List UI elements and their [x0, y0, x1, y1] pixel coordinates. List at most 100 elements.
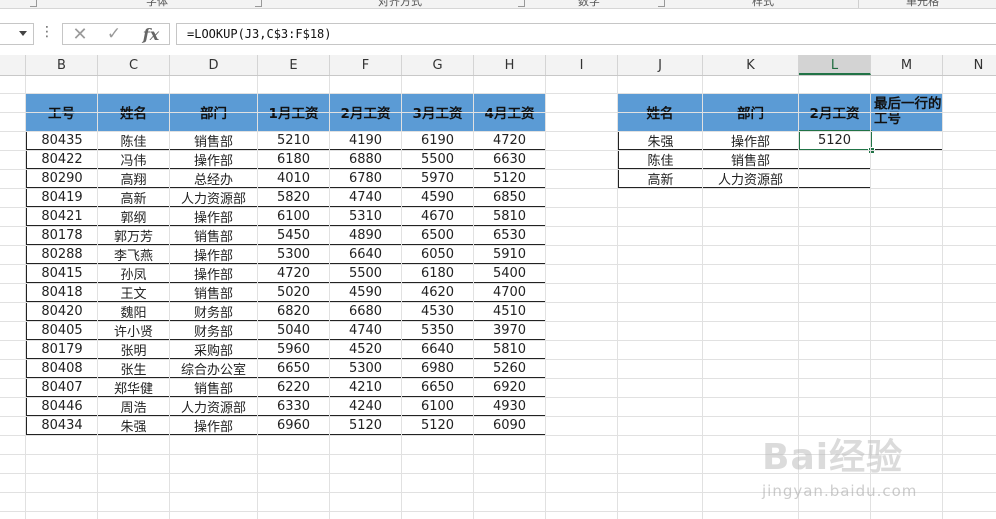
main-table-cell[interactable]: 6850 [474, 188, 546, 207]
main-table-cell[interactable]: 5500 [330, 264, 402, 283]
main-table-cell[interactable]: 5300 [258, 245, 330, 264]
main-table-cell[interactable]: 4740 [330, 188, 402, 207]
main-table-cell[interactable]: 6980 [402, 359, 474, 378]
more-options-icon[interactable]: ⋮ [40, 24, 54, 40]
main-table-cell[interactable]: 4240 [330, 397, 402, 416]
main-table-cell[interactable]: 4590 [402, 188, 474, 207]
main-table-cell[interactable]: 魏阳 [98, 302, 170, 321]
main-table-cell[interactable]: 采购部 [170, 340, 258, 359]
main-table-cell[interactable]: 4670 [402, 207, 474, 226]
main-table-cell[interactable]: 80420 [26, 302, 98, 321]
main-table-cell[interactable]: 6630 [474, 150, 546, 169]
enter-check-icon[interactable]: ✓ [103, 24, 125, 44]
main-table-cell[interactable]: 6640 [402, 340, 474, 359]
main-table-cell[interactable]: 80288 [26, 245, 98, 264]
main-table-cell[interactable]: 陈佳 [98, 131, 170, 150]
column-header-f[interactable]: F [330, 55, 402, 75]
main-table-cell[interactable]: 王文 [98, 283, 170, 302]
main-table-cell[interactable]: 80446 [26, 397, 98, 416]
column-header-k[interactable]: K [703, 55, 799, 75]
main-table-cell[interactable]: 6880 [330, 150, 402, 169]
main-table-cell[interactable]: 6100 [258, 207, 330, 226]
lookup-table-cell[interactable]: 操作部 [703, 131, 799, 150]
main-table-cell[interactable]: 6780 [330, 169, 402, 188]
column-header-e[interactable]: E [258, 55, 330, 75]
main-table-cell[interactable]: 4720 [474, 131, 546, 150]
lookup-table-cell[interactable] [871, 150, 943, 169]
main-table-cell[interactable]: 人力资源部 [170, 397, 258, 416]
main-table-cell[interactable]: 4720 [258, 264, 330, 283]
font-dialog-launcher-icon[interactable] [30, 0, 37, 7]
column-header-m[interactable]: M [871, 55, 943, 75]
main-table-cell[interactable]: 6180 [402, 264, 474, 283]
main-table-cell[interactable]: 80422 [26, 150, 98, 169]
column-header-l[interactable]: L [799, 55, 871, 75]
main-table-cell[interactable]: 6650 [402, 378, 474, 397]
main-table-cell[interactable]: 冯伟 [98, 150, 170, 169]
main-table-cell[interactable]: 80179 [26, 340, 98, 359]
main-table-cell[interactable]: 3970 [474, 321, 546, 340]
main-table-cell[interactable]: 6640 [330, 245, 402, 264]
main-table-cell[interactable]: 5810 [474, 207, 546, 226]
main-table-cell[interactable]: 80178 [26, 226, 98, 245]
main-table-cell[interactable]: 郭万芳 [98, 226, 170, 245]
main-table-cell[interactable]: 6820 [258, 302, 330, 321]
main-table-cell[interactable]: 5910 [474, 245, 546, 264]
main-table-cell[interactable]: 5970 [402, 169, 474, 188]
column-header-d[interactable]: D [170, 55, 258, 75]
main-table-cell[interactable]: 80405 [26, 321, 98, 340]
main-table-cell[interactable]: 4740 [330, 321, 402, 340]
column-header-h[interactable]: H [474, 55, 546, 75]
main-table-cell[interactable]: 80290 [26, 169, 98, 188]
cancel-icon[interactable]: ✕ [69, 24, 91, 45]
main-table-cell[interactable]: 5120 [402, 416, 474, 435]
main-table-cell[interactable]: 5400 [474, 264, 546, 283]
lookup-table-cell[interactable]: 高新 [618, 169, 703, 188]
lookup-table-cell[interactable]: 陈佳 [618, 150, 703, 169]
main-table-cell[interactable]: 销售部 [170, 131, 258, 150]
main-table-cell[interactable]: 5820 [258, 188, 330, 207]
column-header-c[interactable]: C [98, 55, 170, 75]
main-table-cell[interactable]: 销售部 [170, 226, 258, 245]
main-table-cell[interactable]: 6190 [402, 131, 474, 150]
main-table-cell[interactable]: 5350 [402, 321, 474, 340]
column-header-g[interactable]: G [402, 55, 474, 75]
main-table-cell[interactable]: 80418 [26, 283, 98, 302]
main-table-cell[interactable]: 高翔 [98, 169, 170, 188]
main-table-cell[interactable]: 4510 [474, 302, 546, 321]
main-table-cell[interactable]: 4930 [474, 397, 546, 416]
main-table-cell[interactable]: 财务部 [170, 302, 258, 321]
main-table-cell[interactable]: 4530 [402, 302, 474, 321]
main-table-cell[interactable]: 6220 [258, 378, 330, 397]
main-table-cell[interactable]: 5120 [330, 416, 402, 435]
main-table-cell[interactable]: 操作部 [170, 245, 258, 264]
main-table-cell[interactable]: 6050 [402, 245, 474, 264]
column-header-b[interactable]: B [26, 55, 98, 75]
main-table-cell[interactable]: 80421 [26, 207, 98, 226]
main-table-cell[interactable]: 4190 [330, 131, 402, 150]
main-table-cell[interactable]: 郭纲 [98, 207, 170, 226]
main-table-cell[interactable]: 操作部 [170, 416, 258, 435]
main-table-cell[interactable]: 5040 [258, 321, 330, 340]
main-table-cell[interactable]: 5500 [402, 150, 474, 169]
main-table-cell[interactable]: 6500 [402, 226, 474, 245]
main-table-cell[interactable]: 6680 [330, 302, 402, 321]
main-table-cell[interactable]: 许小贤 [98, 321, 170, 340]
main-table-cell[interactable]: 郑华健 [98, 378, 170, 397]
main-table-cell[interactable]: 销售部 [170, 378, 258, 397]
main-table-cell[interactable]: 4010 [258, 169, 330, 188]
lookup-table-cell[interactable]: 5120 [799, 131, 871, 150]
main-table-cell[interactable]: 张明 [98, 340, 170, 359]
main-table-cell[interactable]: 财务部 [170, 321, 258, 340]
main-table-cell[interactable]: 总经办 [170, 169, 258, 188]
formula-input[interactable]: =LOOKUP(J3,C$3:F$18) [176, 23, 996, 45]
main-table-cell[interactable]: 6330 [258, 397, 330, 416]
main-table-cell[interactable]: 张生 [98, 359, 170, 378]
name-box[interactable] [0, 23, 34, 45]
main-table-cell[interactable]: 80419 [26, 188, 98, 207]
main-table-cell[interactable]: 人力资源部 [170, 188, 258, 207]
main-table-cell[interactable]: 高新 [98, 188, 170, 207]
lookup-table-cell[interactable] [799, 169, 871, 188]
main-table-cell[interactable]: 6090 [474, 416, 546, 435]
main-table-cell[interactable]: 6100 [402, 397, 474, 416]
